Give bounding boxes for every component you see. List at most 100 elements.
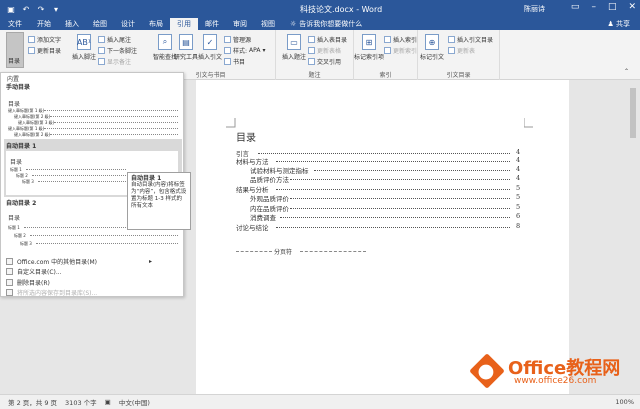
tab-mailings[interactable]: 邮件	[198, 18, 226, 30]
toc-leader	[276, 189, 510, 190]
office-logo-icon	[469, 353, 505, 389]
toc-entry-page: 6	[516, 212, 521, 220]
update-toc-button[interactable]: 更新目录	[28, 46, 61, 55]
insert-endnote-button[interactable]: 插入尾注	[98, 35, 131, 44]
toc-entry[interactable]: 品质评价方法 4	[250, 174, 522, 184]
tab-file[interactable]: 文件	[0, 18, 30, 30]
page-info[interactable]: 第 2 页，共 9 页	[8, 397, 57, 407]
office-icon	[6, 258, 13, 265]
auto1-title: 自动目录 1	[6, 143, 37, 150]
share-button[interactable]: ♟ 共享	[607, 19, 630, 29]
manual-toc-title: 手动目录	[6, 84, 31, 91]
preview-leader	[30, 233, 178, 236]
remove-toc-icon	[6, 279, 13, 286]
toc-entry[interactable]: 结果与分析 5	[236, 184, 522, 194]
tab-insert[interactable]: 插入	[58, 18, 86, 30]
vertical-scrollbar[interactable]	[628, 82, 638, 394]
tell-me-box[interactable]: ☼ 告诉我你想要做什么	[290, 18, 362, 30]
footnote-icon: AB¹	[77, 34, 91, 50]
insert-footnote-button[interactable]: AB¹ 插入脚注	[72, 34, 96, 61]
toc-entry-page: 5	[516, 184, 521, 192]
toc-entry[interactable]: 引言 4	[236, 148, 522, 158]
save-icon[interactable]: ▣	[6, 4, 16, 14]
ribbon-display-icon[interactable]: ▭	[571, 2, 580, 12]
custom-toc-item[interactable]: 自定义目录(C)...	[6, 267, 62, 276]
toc-leader	[258, 153, 510, 154]
toc-entry-page: 4	[516, 148, 521, 156]
tab-view[interactable]: 视图	[254, 18, 282, 30]
toc-entry[interactable]: 试验材料与测定指标 4	[250, 165, 522, 175]
preview-leader	[26, 167, 126, 170]
tab-home[interactable]: 开始	[30, 18, 58, 30]
crop-mark-top-left	[226, 118, 236, 128]
preview-heading: 目录	[8, 101, 21, 108]
tab-references[interactable]: 引用	[170, 18, 198, 30]
toc-leader	[314, 170, 510, 171]
toc-entry-page: 5	[516, 203, 521, 211]
person-icon: ♟	[607, 20, 614, 28]
toc-leader	[290, 179, 510, 180]
toc-entry[interactable]: 外观品质评价 5	[250, 193, 522, 203]
page-break[interactable]: 分页符	[236, 247, 366, 256]
scrollbar-thumb[interactable]	[630, 88, 636, 138]
remove-toc-item[interactable]: 删除目录(R)	[6, 278, 50, 287]
minimize-icon[interactable]: –	[591, 2, 596, 12]
tab-review[interactable]: 审阅	[226, 18, 254, 30]
preview-line: 标题 2	[14, 233, 26, 238]
toc-entry[interactable]: 消费调查 6	[250, 212, 522, 222]
maximize-icon[interactable]: □	[608, 2, 617, 12]
close-icon[interactable]: ✕	[628, 2, 636, 12]
toc-leader	[290, 208, 510, 209]
ribbon-tabs: 文件 开始 插入 绘图 设计 布局 引用 邮件 审阅 视图 ☼ 告诉我你想要做什…	[0, 18, 640, 30]
proofing-icon[interactable]: ▣	[105, 398, 111, 406]
redo-icon[interactable]: ↷	[36, 4, 46, 14]
user-name[interactable]: 陈丽诗	[524, 4, 545, 14]
collapse-ribbon-icon[interactable]: ⌃	[624, 68, 629, 75]
next-footnote-button[interactable]: 下一条脚注	[98, 46, 137, 55]
document-page[interactable]	[196, 80, 569, 394]
toc-entry-text: 讨论与结论	[236, 224, 269, 232]
preview-leader	[54, 120, 178, 123]
customize-qat-icon[interactable]: ▾	[51, 4, 61, 14]
quick-access-toolbar: ▣ ↶ ↷ ▾	[0, 4, 61, 14]
toc-entry[interactable]: 讨论与结论 8	[236, 222, 522, 232]
add-text-icon	[28, 36, 35, 43]
manual-toc-preview[interactable]: 目录 键入章标题(第 1 级) 键入章标题(第 2 级) 键入章标题(第 3 级…	[4, 91, 182, 137]
preview-leader	[44, 108, 178, 111]
toc-entry[interactable]: 材料与方法 4	[236, 156, 522, 166]
tab-draw[interactable]: 绘图	[86, 18, 114, 30]
page-break-line-right	[300, 251, 366, 252]
auto2-title: 自动目录 2	[6, 200, 37, 207]
tooltip-body: 自动目录(内容)将标签为“内容”，包含格式设置为标题 1-3 样式的所有文本	[131, 182, 187, 209]
toc-entry-page: 4	[516, 165, 521, 173]
save-selection-item[interactable]: 将所选内容保存到目录库(S)...	[6, 288, 97, 297]
tab-layout[interactable]: 布局	[142, 18, 170, 30]
toc-entry[interactable]: 内在品质评价 5	[250, 203, 522, 213]
more-toc-online-item[interactable]: Office.com 中的其他目录(M) ▸	[6, 257, 152, 266]
toc-leader	[276, 161, 510, 162]
toc-heading[interactable]: 目录	[236, 129, 256, 144]
toc-entry-text: 外观品质评价	[250, 195, 289, 203]
word-count[interactable]: 3103 个字	[65, 397, 97, 407]
toc-entry-page: 5	[516, 193, 521, 201]
undo-icon[interactable]: ↶	[21, 4, 31, 14]
preview-heading: 目录	[10, 159, 23, 166]
language[interactable]: 中文(中国)	[119, 397, 150, 407]
remove-toc-label: 删除目录(R)	[17, 280, 50, 287]
status-bar: 第 2 页，共 9 页 3103 个字 ▣ 中文(中国) 100%	[0, 394, 640, 409]
update-toc-label: 更新目录	[37, 48, 62, 55]
lightbulb-icon: ☼	[290, 20, 297, 28]
add-text-button[interactable]: 添加文字	[28, 35, 61, 44]
show-notes-icon	[98, 58, 105, 65]
zoom-level[interactable]: 100%	[615, 398, 634, 406]
tab-design[interactable]: 设计	[114, 18, 142, 30]
tooltip-title: 自动目录 1	[131, 175, 162, 182]
next-footnote-icon	[98, 47, 105, 54]
toc-leader	[280, 217, 510, 218]
group-toa-label: 引文目录	[446, 72, 471, 79]
save-selection-icon	[6, 289, 13, 296]
more-toc-online-label: Office.com 中的其他目录(M)	[17, 259, 98, 266]
toc-entry-page: 8	[516, 222, 521, 230]
toc-entry-page: 4	[516, 156, 521, 164]
show-notes-button[interactable]: 显示备注	[98, 57, 131, 66]
